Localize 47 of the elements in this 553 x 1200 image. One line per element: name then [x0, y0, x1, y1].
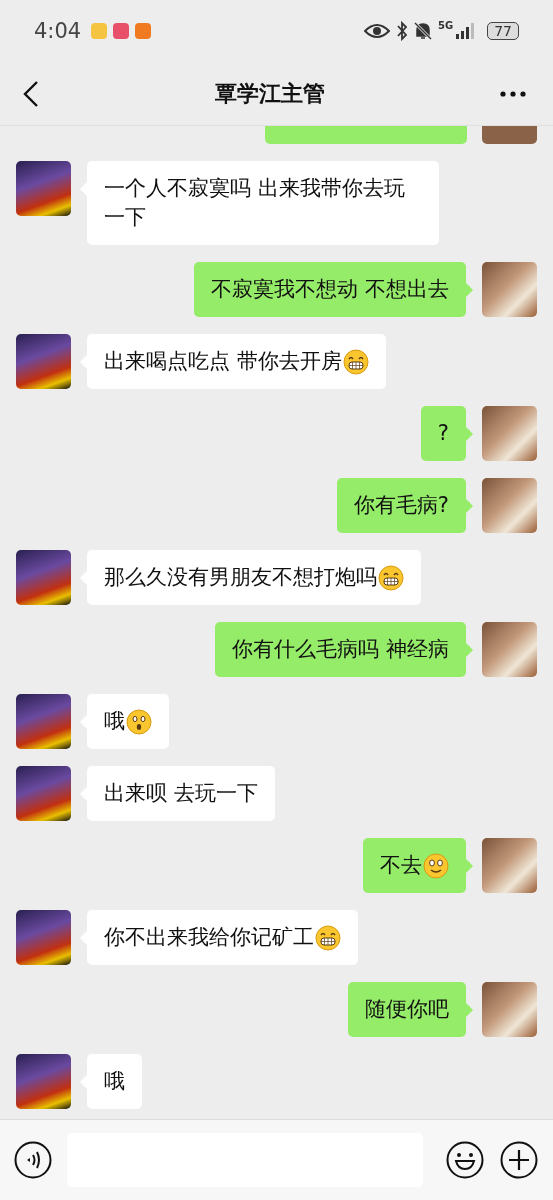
message-text: 一个人不寂寞吗 出来我带你去玩一下	[104, 175, 406, 231]
message-text: 你不出来我给你记矿工	[104, 924, 314, 951]
app-notification-icon	[91, 23, 108, 39]
voice-icon[interactable]	[13, 1140, 53, 1180]
message-text: 你有什么毛病吗 神经病	[232, 636, 449, 663]
more-icon[interactable]	[499, 89, 527, 98]
message-text: 哦	[104, 708, 125, 735]
avatar-photo	[16, 766, 71, 821]
plus-icon[interactable]	[499, 1140, 539, 1180]
avatar-photo	[482, 126, 537, 144]
avatar-photo	[16, 334, 71, 389]
message-text: 不去	[380, 852, 422, 879]
chat-title: 覃学江主管	[214, 79, 325, 108]
avatar-photo	[482, 982, 537, 1037]
back-icon[interactable]	[22, 79, 40, 108]
eye-icon	[364, 22, 390, 40]
avatar-photo	[16, 1054, 71, 1109]
smiling-emoji-icon	[423, 852, 449, 879]
status-time: 4:04	[34, 19, 82, 43]
message-text: 不寂寞我不想动 不想出去	[211, 276, 449, 303]
astonished-emoji-icon	[126, 708, 152, 735]
network-type: 5G	[438, 20, 454, 31]
bluetooth-icon	[396, 21, 408, 41]
app-notification-icon	[113, 23, 130, 39]
message-text: 那么久没有男朋友不想打炮吗	[104, 564, 377, 591]
message-text: 哦	[104, 1068, 125, 1095]
avatar-photo	[16, 161, 71, 216]
grinning-emoji-icon	[315, 924, 341, 951]
avatar-photo	[482, 406, 537, 461]
message-text: 随便你吧	[365, 996, 449, 1023]
muted-bell-icon	[414, 21, 432, 41]
avatar-photo	[482, 262, 537, 317]
avatar-photo	[16, 910, 71, 965]
emoji-icon[interactable]	[445, 1140, 485, 1180]
message-text: 出来喝点吃点 带你去开房	[104, 348, 342, 375]
avatar-photo	[482, 838, 537, 893]
message-text: 出来呗 去玩一下	[104, 780, 258, 807]
battery-indicator: 77	[487, 22, 519, 40]
app-notification-icon	[135, 23, 152, 39]
grinning-emoji-icon	[378, 564, 404, 591]
avatar-photo	[482, 622, 537, 677]
message-text: 你有毛病?	[353, 492, 449, 519]
avatar-photo	[16, 550, 71, 605]
message-text: ?	[437, 420, 449, 447]
grinning-emoji-icon	[342, 348, 369, 375]
avatar-photo	[16, 694, 71, 749]
avatar-photo	[482, 478, 537, 533]
